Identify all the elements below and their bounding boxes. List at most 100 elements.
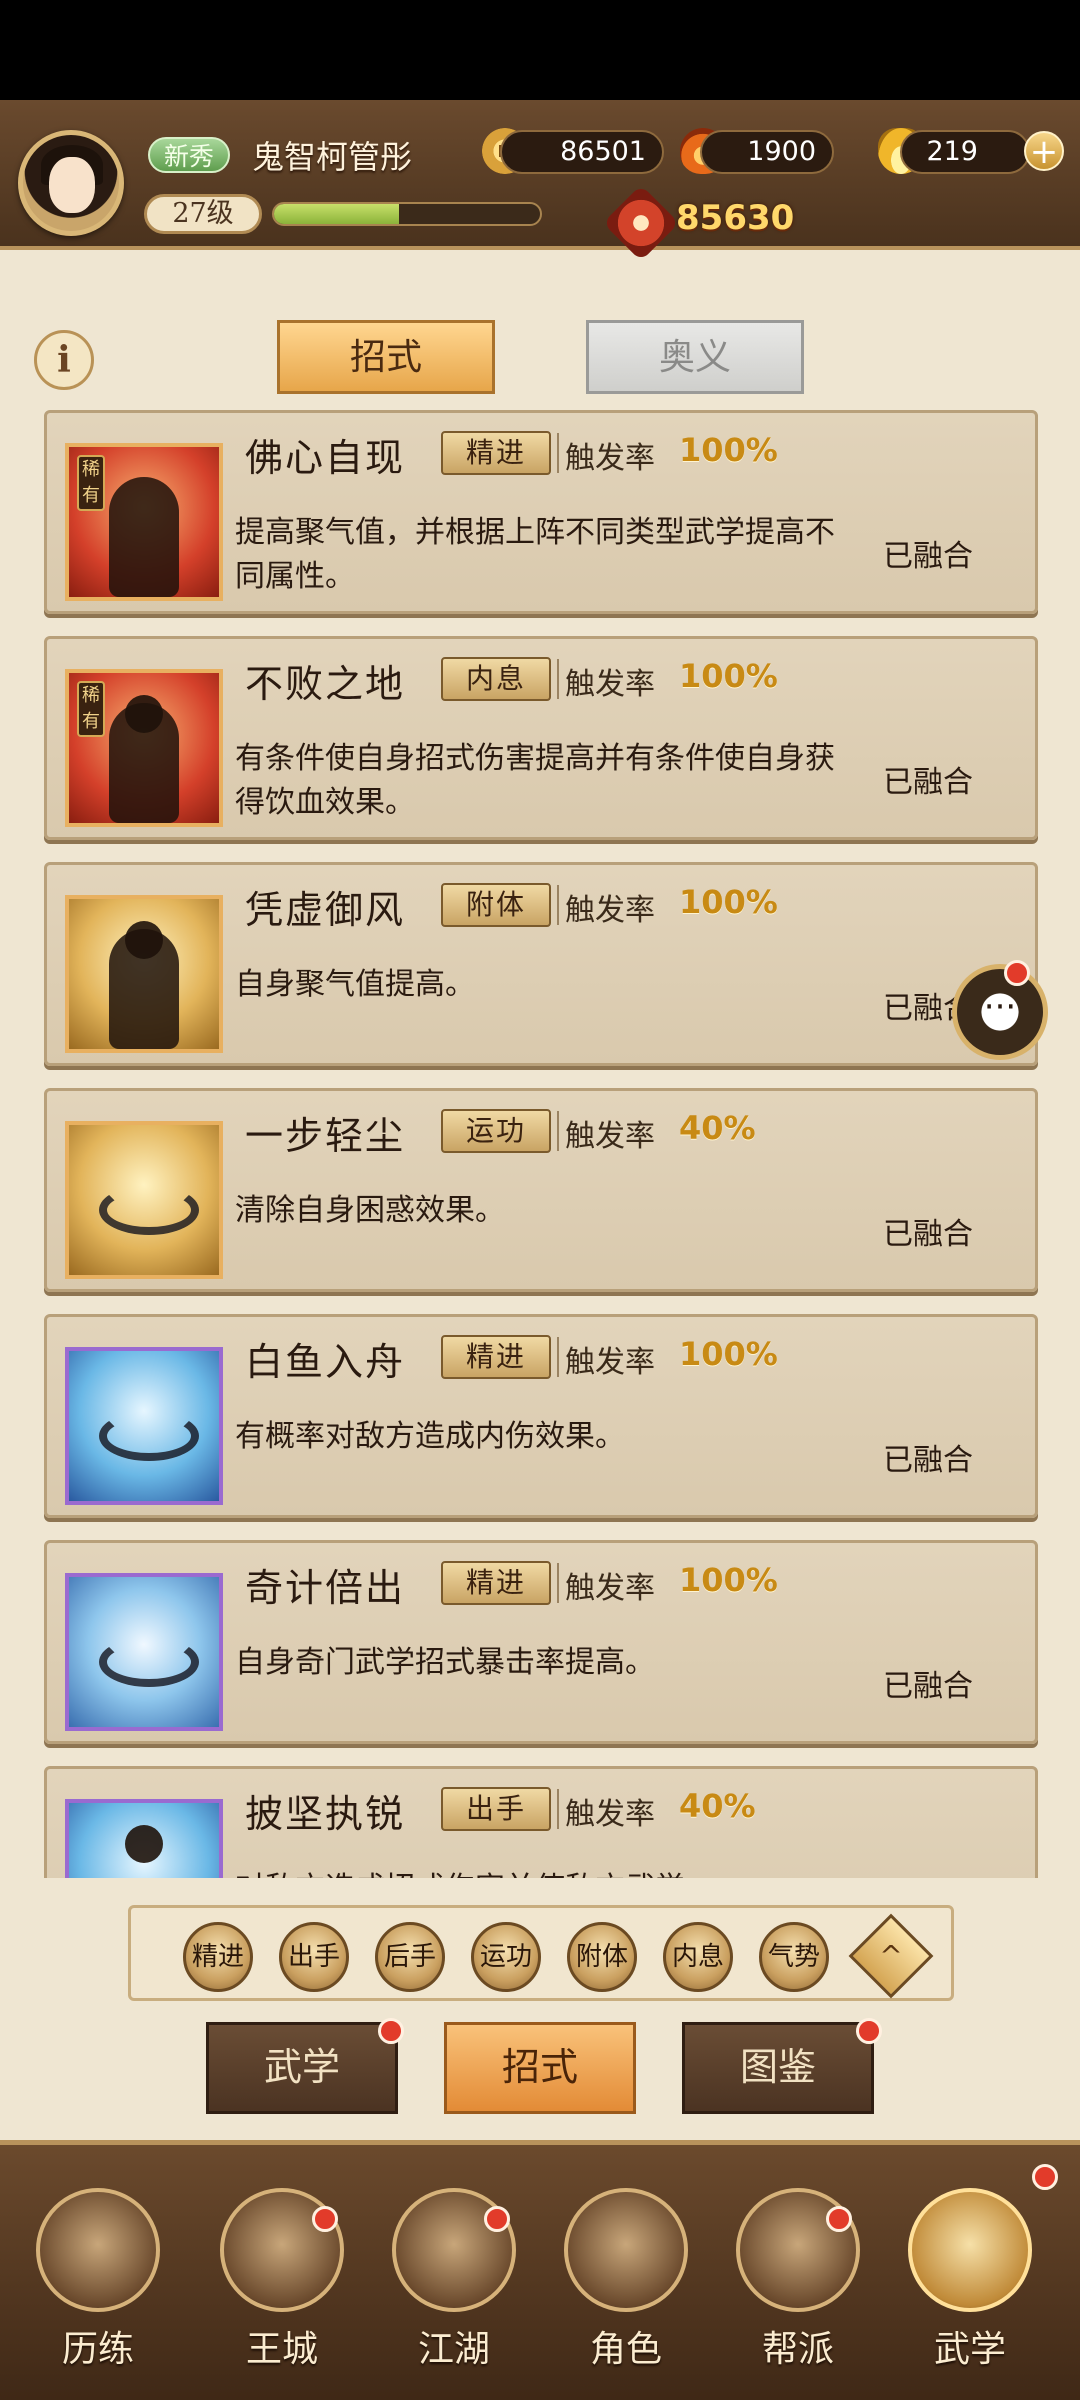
trigger-rate-value: 100% — [679, 431, 778, 469]
filter-jingjin[interactable]: 精进 — [183, 1922, 253, 1992]
info-button[interactable]: i — [34, 330, 94, 390]
trigger-rate-value: 100% — [679, 1561, 778, 1599]
skill-card[interactable]: 披坚执锐 出手 触发率 40% 对敌方造成招式伤害并使敌方武学 — [44, 1766, 1038, 1878]
rookie-badge: 新秀 — [148, 137, 231, 173]
trigger-rate-value: 40% — [679, 1109, 756, 1147]
filter-yungong[interactable]: 运功 — [471, 1922, 541, 1992]
skill-art — [99, 1637, 199, 1687]
nav-label: 王城 — [245, 2329, 318, 2370]
skill-card[interactable]: 稀有 不败之地 内息 触发率 100% 有条件使自身招式伤害提高并有条件使自身获… — [44, 636, 1038, 840]
skill-description: 自身聚气值提高。 — [235, 967, 475, 1002]
skill-type-tag: 附体 — [441, 883, 551, 927]
subtab-martial-arts[interactable]: 武学 — [206, 2022, 398, 2114]
nav-character[interactable]: 角色 — [556, 2188, 696, 2388]
skill-type-tag: 内息 — [441, 657, 551, 701]
chevron-up-icon: ^ — [879, 1939, 903, 1972]
nav-label: 武学 — [933, 2329, 1006, 2370]
chat-bubble-button[interactable] — [952, 964, 1048, 1060]
player-name: 鬼智柯管彤 — [252, 138, 413, 176]
divider — [557, 1337, 559, 1377]
skill-description: 有概率对敌方造成内伤效果。 — [235, 1419, 625, 1454]
nav-label: 帮派 — [761, 2329, 834, 2370]
skill-title: 一步轻尘 — [245, 1114, 406, 1158]
trigger-rate-value: 100% — [679, 1335, 778, 1373]
divider — [557, 1789, 559, 1829]
skill-description: 清除自身困惑效果。 — [235, 1193, 505, 1228]
notification-dot — [484, 2206, 510, 2232]
flaming-warrior-icon: 稀有 — [65, 669, 223, 827]
skill-status: 已融合 — [883, 765, 973, 800]
coin-amount: 86501 — [500, 130, 664, 174]
character-icon — [564, 2188, 688, 2312]
notification-dot — [856, 2018, 882, 2044]
skill-type-tag: 精进 — [441, 431, 551, 475]
tab-moves[interactable]: 招式 — [277, 320, 495, 394]
trigger-rate-label: 触发率 — [565, 893, 655, 928]
filter-futi[interactable]: 附体 — [567, 1922, 637, 1992]
nav-label: 历练 — [61, 2329, 134, 2370]
skill-list[interactable]: 稀有 佛心自现 精进 触发率 100% 提高聚气值，并根据上阵不同类型武学提高不… — [44, 408, 1038, 1878]
status-bar — [0, 0, 1080, 100]
trigger-rate-value: 100% — [679, 883, 778, 921]
skill-title: 不败之地 — [245, 662, 406, 706]
notification-dot — [378, 2018, 404, 2044]
filter-chushou[interactable]: 出手 — [279, 1922, 349, 1992]
divider — [557, 1111, 559, 1151]
filter-qishi[interactable]: 气势 — [759, 1922, 829, 1992]
skill-description: 自身奇门武学招式暴击率提高。 — [235, 1645, 655, 1680]
nav-training[interactable]: 历练 — [28, 2188, 168, 2388]
skill-status: 已融合 — [883, 1443, 973, 1478]
subtab-moves[interactable]: 招式 — [444, 2022, 636, 2114]
divider — [557, 433, 559, 473]
player-level: 27级 — [144, 194, 262, 234]
skill-title: 奇计倍出 — [245, 1566, 406, 1610]
skill-art — [109, 477, 179, 597]
wind-rider-icon — [65, 895, 223, 1053]
skill-art — [109, 929, 179, 1049]
nav-label: 角色 — [589, 2329, 662, 2370]
skill-type-tag: 精进 — [441, 1335, 551, 1379]
skill-status: 已融合 — [883, 539, 973, 574]
divider — [557, 659, 559, 699]
filter-houshou[interactable]: 后手 — [375, 1922, 445, 1992]
training-icon — [36, 2188, 160, 2312]
player-avatar[interactable] — [18, 130, 124, 236]
collapse-filter-button[interactable]: ^ — [848, 1913, 934, 1999]
recharge-plus-button[interactable]: + — [1024, 131, 1064, 171]
notification-dot — [1004, 960, 1030, 986]
skill-art — [99, 1411, 199, 1461]
skill-art — [99, 1185, 199, 1235]
combat-power-value: 85630 — [676, 198, 795, 238]
skill-type-tag: 精进 — [441, 1561, 551, 1605]
skill-description: 提高聚气值，并根据上阵不同类型武学提高不同属性。 — [235, 515, 835, 594]
nav-martial-arts[interactable]: 武学 — [900, 2188, 1040, 2388]
tab-mysteries[interactable]: 奥义 — [586, 320, 804, 394]
skill-description: 有条件使自身招式伤害提高并有条件使自身获得饮血效果。 — [235, 741, 835, 820]
trigger-rate-label: 触发率 — [565, 1797, 655, 1832]
skill-card[interactable]: 一步轻尘 运功 触发率 40% 清除自身困惑效果。 已融合 — [44, 1088, 1038, 1292]
skill-title: 披坚执锐 — [245, 1792, 406, 1836]
trigger-rate-label: 触发率 — [565, 441, 655, 476]
skill-title: 白鱼入舟 — [245, 1340, 406, 1384]
white-fish-icon — [65, 1347, 223, 1505]
trigger-rate-label: 触发率 — [565, 1119, 655, 1154]
armored-warrior-icon — [65, 1799, 223, 1878]
scrolls-icon — [908, 2188, 1032, 2312]
trigger-rate-value: 100% — [679, 657, 778, 695]
skill-card[interactable]: 奇计倍出 精进 触发率 100% 自身奇门武学招式暴击率提高。 已融合 — [44, 1540, 1038, 1744]
avatar-face — [49, 157, 95, 213]
filter-neixi[interactable]: 内息 — [663, 1922, 733, 1992]
fire-amount: 1900 — [700, 130, 834, 174]
notification-dot — [826, 2206, 852, 2232]
trigger-rate-label: 触发率 — [565, 667, 655, 702]
skill-type-tag: 运功 — [441, 1109, 551, 1153]
skill-card[interactable]: 白鱼入舟 精进 触发率 100% 有概率对敌方造成内伤效果。 已融合 — [44, 1314, 1038, 1518]
skill-art-head — [125, 1825, 163, 1863]
xp-bar — [272, 202, 542, 226]
skill-card[interactable]: 稀有 佛心自现 精进 触发率 100% 提高聚气值，并根据上阵不同类型武学提高不… — [44, 410, 1038, 614]
subtab-codex[interactable]: 图鉴 — [682, 2022, 874, 2114]
skill-title: 凭虚御风 — [245, 888, 406, 932]
skill-description: 对敌方造成招式伤害并使敌方武学 — [235, 1867, 855, 1878]
skill-type-filter-bar: 精进 出手 后手 运功 附体 内息 气势 ^ — [128, 1905, 954, 2001]
skill-card[interactable]: 凭虚御风 附体 触发率 100% 自身聚气值提高。 已融合 — [44, 862, 1038, 1066]
